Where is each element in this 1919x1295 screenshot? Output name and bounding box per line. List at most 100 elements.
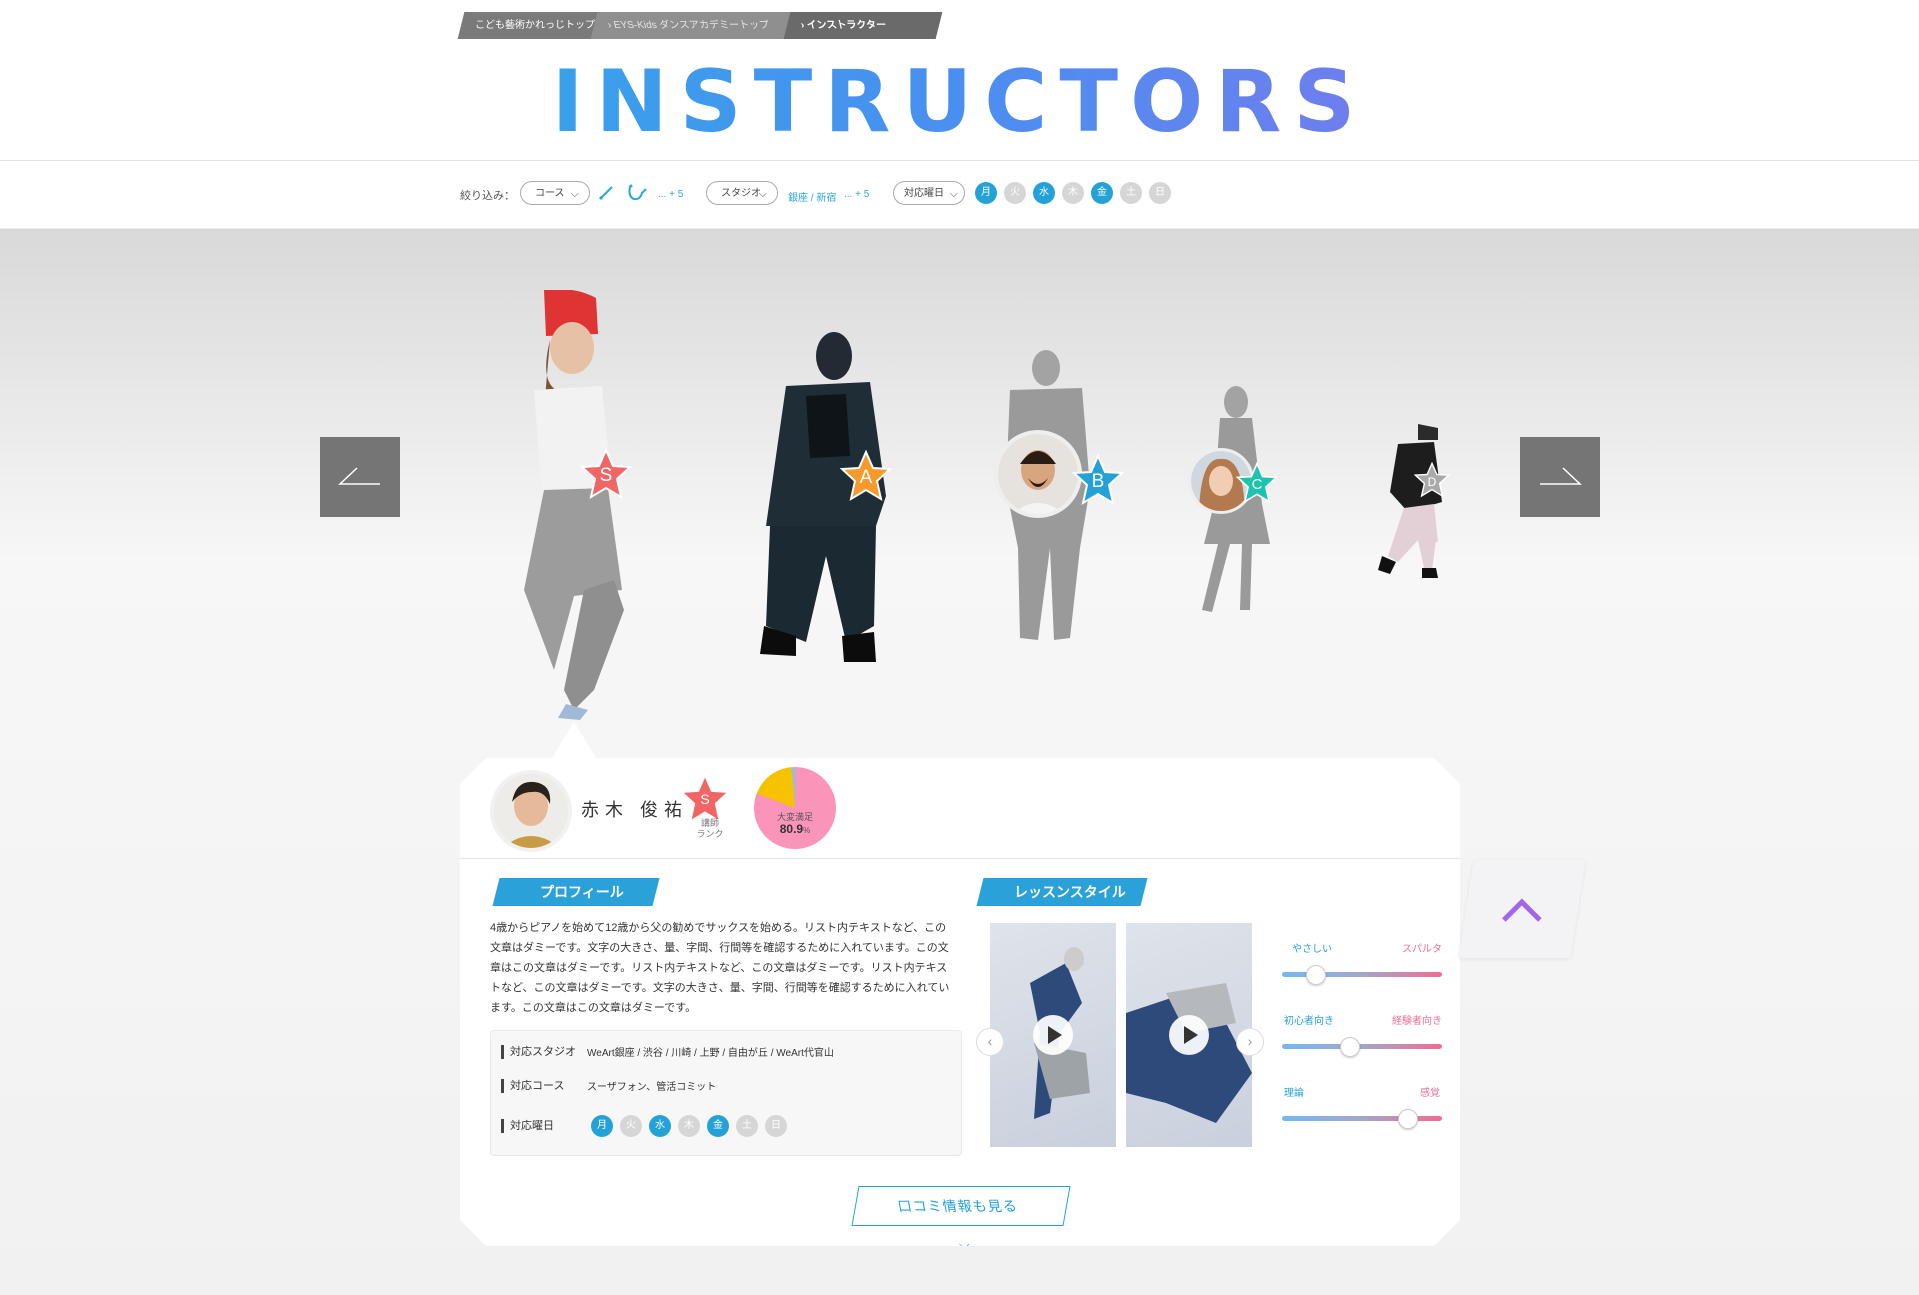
day-tue: 火 xyxy=(620,1115,642,1137)
selected-pointer xyxy=(552,722,596,758)
filter-day-tue[interactable]: 火 xyxy=(1004,182,1026,204)
satisfaction-pie-chart: 大変満足 80.9% xyxy=(754,767,836,849)
slider-knob xyxy=(1340,1037,1360,1057)
view-reviews-text: 口コミ情報も見る xyxy=(896,1198,1020,1214)
rank-badge-c: C xyxy=(1236,462,1278,504)
lesson-style-heading: レッスンスタイル xyxy=(976,878,1148,906)
slider-2-left-label: 初心者向き xyxy=(1284,1016,1334,1027)
rank-badge: S xyxy=(682,776,728,822)
arrow-left-icon xyxy=(338,467,380,485)
course-select[interactable]: コース ⌵ xyxy=(520,181,590,205)
studio-select[interactable]: スタジオ ⌵ xyxy=(706,181,778,205)
info-value: スーザフォン、管活コミット xyxy=(587,1082,717,1093)
info-label: 対応スタジオ xyxy=(501,1045,576,1059)
day-select[interactable]: 対応曜日 ⌵ xyxy=(893,181,965,205)
satisfaction-text: 大変満足 80.9% xyxy=(754,811,836,837)
view-reviews-button[interactable]: 口コミ情報も見る ⌵ xyxy=(851,1186,1071,1246)
chevron-down-icon: ⌵ xyxy=(957,1236,972,1252)
instructor-card-3[interactable]: B xyxy=(990,348,1124,648)
chevron-down-icon: ⌵ xyxy=(570,188,579,200)
carousel-next-button[interactable] xyxy=(1520,437,1600,517)
slider-theory-feeling xyxy=(1282,1109,1442,1129)
rank-badge-d: D xyxy=(1414,462,1450,498)
breadcrumb: こども藝術かれっじトップ › EYS-Kids ダンスアカデミートップ › イン… xyxy=(457,12,943,39)
studio-selected-values: 銀座 / 新宿 xyxy=(788,193,837,204)
breadcrumb-item-current: › インストラクター xyxy=(783,12,943,39)
scroll-to-top-button[interactable] xyxy=(1458,860,1586,958)
breadcrumb-text: インストラクター xyxy=(805,20,888,31)
instructor-photo xyxy=(524,290,624,720)
lesson-video-thumbnail-2[interactable] xyxy=(1126,923,1252,1147)
instructor-avatar xyxy=(994,430,1082,518)
page-title: INSTRUCTORS xyxy=(0,52,1919,152)
day-sun: 日 xyxy=(765,1115,787,1137)
breadcrumb-label: こども藝術かれっじトップ xyxy=(475,20,595,31)
day-wed: 水 xyxy=(649,1115,671,1137)
breadcrumb-item-home[interactable]: こども藝術かれっじトップ xyxy=(457,12,605,39)
slider-gentle-strict xyxy=(1282,965,1442,985)
profile-text: 4歳からピアノを始めて12歳から父の勧めでサックスを始める。リスト内テキストなど… xyxy=(490,922,950,1014)
video-prev-button[interactable]: ‹ xyxy=(976,1028,1004,1056)
slider-3-left-label: 理論 xyxy=(1284,1088,1304,1099)
instructor-detail-card: 赤木 俊祐 S 講師 ランク 大変満足 80.9% プロフィール 4歳からピアノ… xyxy=(460,758,1460,1246)
lesson-style-heading-label: レッスンスタイル xyxy=(1014,884,1126,900)
day-mon: 月 xyxy=(591,1115,613,1137)
course-select-label: コース xyxy=(535,188,565,199)
slider-1-right-label: スパルタ xyxy=(1402,944,1442,955)
play-icon[interactable] xyxy=(1033,1015,1073,1055)
instructor-name: 赤木 俊祐 xyxy=(581,800,689,820)
breadcrumb-text: EYS-Kids ダンスアカデミートップ xyxy=(612,20,771,31)
chevron-up-icon xyxy=(1466,860,1578,960)
slider-beginner-expert xyxy=(1282,1037,1442,1057)
filter-day-fri[interactable]: 金 xyxy=(1091,182,1113,204)
rank-badge-s: S xyxy=(580,448,632,500)
chevron-left-icon: ‹ xyxy=(987,1033,993,1049)
saxophone-icon xyxy=(626,183,648,208)
satisfaction-unit: % xyxy=(803,826,811,835)
satisfaction-value: 80.9 xyxy=(779,822,804,836)
studio-select-label: スタジオ xyxy=(721,188,761,199)
rank-label: 講師 ランク xyxy=(696,818,724,839)
filter-day-sun[interactable]: 日 xyxy=(1149,182,1171,204)
info-label: 対応曜日 xyxy=(501,1119,554,1133)
day-select-label: 対応曜日 xyxy=(904,188,944,199)
filter-day-mon[interactable]: 月 xyxy=(975,182,997,204)
instructor-card-4[interactable]: C xyxy=(1188,384,1290,616)
chevron-down-icon: ⌵ xyxy=(949,188,958,200)
filter-day-wed[interactable]: 水 xyxy=(1033,182,1055,204)
page-header: こども藝術かれっじトップ › EYS-Kids ダンスアカデミートップ › イン… xyxy=(0,0,1919,160)
lesson-video-thumbnail-1[interactable] xyxy=(990,923,1116,1147)
info-label: 対応コース xyxy=(501,1079,564,1093)
slider-knob xyxy=(1306,965,1326,985)
instructor-card-2[interactable]: A xyxy=(746,326,892,666)
slider-1-left-label: やさしい xyxy=(1292,944,1332,955)
rank-letter: B xyxy=(1091,471,1105,492)
instructor-card-1[interactable]: S xyxy=(484,290,644,720)
rank-badge-b: B xyxy=(1072,454,1124,506)
instructor-card-5[interactable]: D xyxy=(1368,422,1458,582)
filter-bar: 絞り込み： コース ⌵ ... + 5 スタジオ ⌵ 銀座 / 新宿 ... +… xyxy=(0,161,1919,228)
studio-more-count[interactable]: ... + 5 xyxy=(844,189,869,200)
rank-letter: A xyxy=(859,467,873,488)
filter-day-sat[interactable]: 土 xyxy=(1120,182,1142,204)
breadcrumb-item-academy[interactable]: › EYS-Kids ダンスアカデミートップ xyxy=(590,12,798,39)
video-next-button[interactable]: › xyxy=(1236,1028,1264,1056)
brush-icon xyxy=(598,183,616,206)
breadcrumb-label: › インストラクター xyxy=(800,12,888,39)
view-reviews-label: 口コミ情報も見る ⌵ xyxy=(853,1187,1063,1252)
avatar xyxy=(490,770,572,852)
day-sat: 土 xyxy=(736,1115,758,1137)
carousel-prev-button[interactable] xyxy=(320,437,400,517)
arrow-right-icon xyxy=(1540,467,1582,485)
rank-letter: S xyxy=(700,791,710,807)
play-icon[interactable] xyxy=(1169,1015,1209,1055)
course-more-count[interactable]: ... + 5 xyxy=(658,189,683,200)
profile-heading: プロフィール xyxy=(492,878,660,906)
filter-day-thu[interactable]: 木 xyxy=(1062,182,1084,204)
filter-label: 絞り込み： xyxy=(460,190,515,202)
slider-2-right-label: 経験者向き xyxy=(1392,1016,1442,1027)
info-value: WeArt銀座 / 渋谷 / 川崎 / 上野 / 自由が丘 / WeArt代官山 xyxy=(587,1048,834,1059)
rank-badge-a: A xyxy=(840,450,892,502)
profile-heading-label: プロフィール xyxy=(540,884,624,900)
slider-3-right-label: 感覚 xyxy=(1420,1088,1440,1099)
